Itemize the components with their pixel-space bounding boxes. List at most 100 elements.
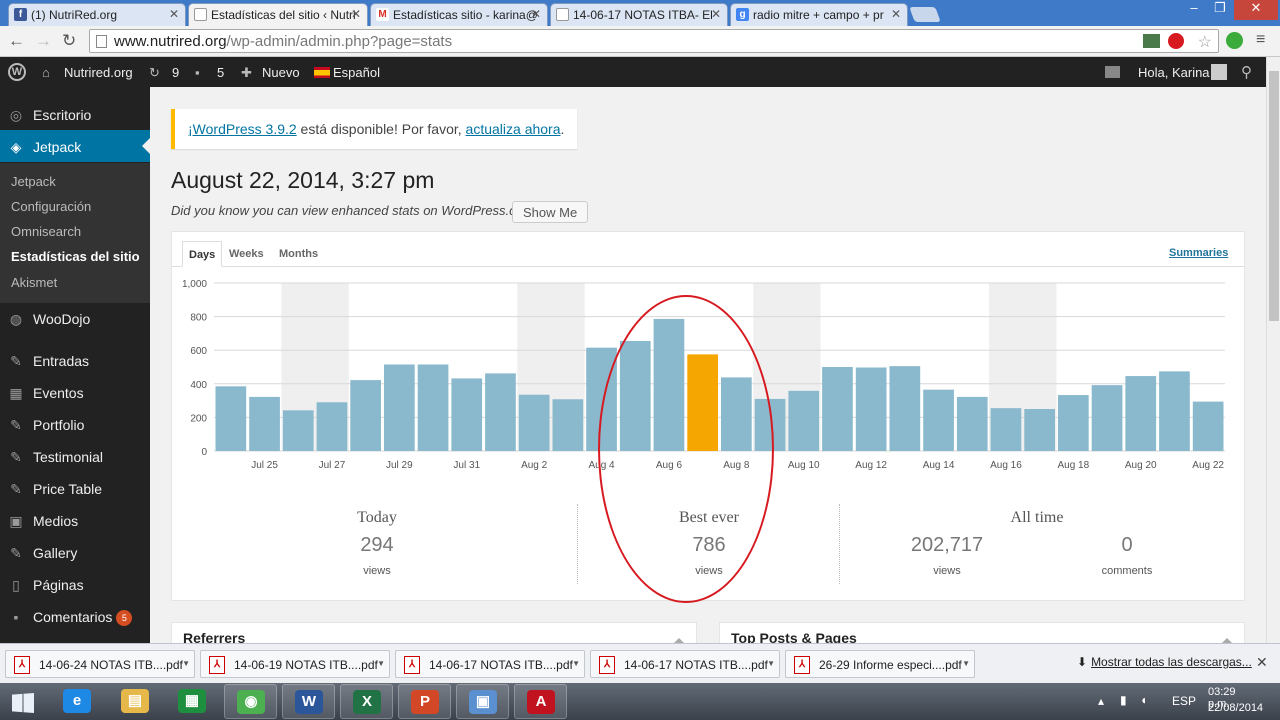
bookmark-star-icon[interactable]: ☆ [1198,32,1212,52]
close-tab-icon[interactable]: ✕ [169,7,179,21]
close-tab-icon[interactable]: ✕ [531,7,541,21]
new-content-link[interactable]: Nuevo [262,65,300,80]
sidebar-item-medios[interactable]: ▣ Medios [0,504,150,536]
browser-tab-gmail[interactable]: M Estadísticas sitio - karina@ ✕ [370,3,548,26]
page-scrollbar[interactable] [1266,57,1280,643]
menu-icon[interactable]: ≡ [1256,31,1265,49]
notifications-icon[interactable] [1105,66,1120,78]
maximize-icon[interactable]: ❐ [1208,0,1232,20]
remote-icon: ▣ [469,690,497,714]
google-icon: g [736,8,749,21]
sidebar-item-price-table[interactable]: ✎ Price Table [0,472,150,504]
extension-icon[interactable] [1143,34,1160,48]
sidebar-item-entradas[interactable]: ✎ Entradas [0,344,150,376]
taskbar-app-button[interactable]: W [282,684,335,719]
taskbar-app-button[interactable]: ▣ [456,684,509,719]
collapse-arrow-icon[interactable] [1222,633,1232,643]
sidebar-item-label: Páginas [33,577,84,593]
download-item[interactable]: ⅄ 14-06-17 NOTAS ITB....pdf ▼ [395,650,585,678]
submenu-omnisearch[interactable]: Omnisearch [11,224,81,239]
scrollbar-thumb[interactable] [1269,71,1279,321]
x-tick-label: Aug 14 [923,460,955,471]
taskbar-app-button[interactable]: P [398,684,451,719]
close-tab-icon[interactable]: ✕ [351,7,361,21]
x-tick-label: Aug 18 [1057,460,1089,471]
tray-expand-icon[interactable]: ▴ [1098,694,1104,708]
chevron-down-icon[interactable]: ▼ [377,659,385,668]
new-tab-button[interactable] [909,7,941,22]
forward-icon[interactable]: → [35,31,52,51]
language-link[interactable]: Español [333,65,380,80]
wordpress-logo-icon[interactable]: W [8,63,26,81]
wordpress-version-link[interactable]: ¡WordPress 3.9.2 [188,121,297,137]
language-indicator[interactable]: ESP [1172,694,1196,708]
chevron-down-icon[interactable]: ▼ [182,659,190,668]
updates-count[interactable]: 9 [172,65,179,80]
download-item[interactable]: ⅄ 14-06-24 NOTAS ITB....pdf ▼ [5,650,195,678]
sidebar-item-woodojo[interactable]: ◍ WooDojo [0,302,150,334]
sidebar-item-paginas[interactable]: ▯ Páginas [0,568,150,600]
avatar[interactable] [1211,64,1227,80]
window-close-icon[interactable]: ✕ [1234,0,1278,20]
volume-icon[interactable]: ◖ [1140,693,1147,707]
download-item[interactable]: ⅄ 14-06-19 NOTAS ITB....pdf ▼ [200,650,390,678]
browser-tab-facebook[interactable]: f (1) NutriRed.org ✕ [8,3,186,26]
clock-date[interactable]: 22/08/2014 [1208,702,1263,714]
back-icon[interactable]: ← [8,31,25,51]
show-all-downloads-link[interactable]: ⬇ Mostrar todas las descargas... [1077,655,1252,669]
media-icon: ▣ [9,513,23,529]
close-shelf-icon[interactable]: ✕ [1256,654,1268,671]
search-icon[interactable]: ⚲ [1241,63,1252,81]
greeting-link[interactable]: Hola, Karina [1138,65,1210,80]
show-all-downloads-label: Mostrar todas las descargas... [1091,655,1252,669]
chevron-down-icon[interactable]: ▼ [962,659,970,668]
chart-bar [451,378,483,451]
sidebar-item-testimonial[interactable]: ✎ Testimonial [0,440,150,472]
submenu-jetpack[interactable]: Jetpack [11,174,56,189]
sidebar-item-jetpack[interactable]: ◈ Jetpack [0,130,150,162]
browser-tab-google[interactable]: g radio mitre + campo + pr ✕ [730,3,908,26]
site-name-link[interactable]: Nutrired.org [64,65,133,80]
chevron-down-icon[interactable]: ▼ [572,659,580,668]
windows-start-button[interactable] [0,684,46,719]
chart-bar [1159,371,1190,451]
sidebar-item-gallery[interactable]: ✎ Gallery [0,536,150,568]
address-bar[interactable]: www.nutrired.org/wp-admin/admin.php?page… [89,29,1219,53]
browser-tab-stats[interactable]: Estadísticas del sitio ‹ Nutri ✕ [188,3,368,26]
taskbar-app-button[interactable]: ◉ [224,684,277,719]
update-now-link[interactable]: actualiza ahora [466,121,561,137]
close-tab-icon[interactable]: ✕ [891,7,901,21]
sidebar-item-label: Testimonial [33,449,104,465]
sidebar-item-comentarios[interactable]: ▪ Comentarios 5 [0,600,150,632]
comments-count[interactable]: 5 [217,65,224,80]
pdf-icon: ⅄ [794,656,810,674]
x-tick-label: Jul 27 [319,460,346,471]
sidebar-item-eventos[interactable]: ▦ Eventos [0,376,150,408]
submenu-estadisticas[interactable]: Estadísticas del sitio [11,249,140,264]
y-tick-label: 1,000 [182,279,207,290]
taskbar-app-button[interactable]: ▤ [109,684,162,719]
taskbar-app-button[interactable]: e [51,684,104,719]
minimize-icon[interactable]: – [1182,0,1206,20]
download-item[interactable]: ⅄ 14-06-17 NOTAS ITB....pdf ▼ [590,650,780,678]
download-file-name: 14-06-24 NOTAS ITB....pdf [39,658,183,672]
reload-icon[interactable]: ↻ [62,31,76,51]
show-me-button[interactable]: Show Me [512,201,589,223]
comment-icon: ▪ [13,609,19,625]
hangouts-icon[interactable] [1226,32,1243,49]
taskbar-app-button[interactable]: A [514,684,567,719]
x-tick-label: Aug 2 [521,460,548,471]
submenu-configuracion[interactable]: Configuración [11,199,91,214]
submenu-akismet[interactable]: Akismet [11,275,57,290]
extension-icon[interactable] [1168,33,1184,49]
taskbar-app-button[interactable]: X [340,684,393,719]
close-tab-icon[interactable]: ✕ [711,7,721,21]
taskbar-app-button[interactable]: ▦ [166,684,219,719]
browser-tab-notas[interactable]: 14-06-17 NOTAS ITBA- El ✕ [550,3,728,26]
sidebar-item-escritorio[interactable]: ◎ Escritorio [0,98,150,130]
chevron-down-icon[interactable]: ▼ [767,659,775,668]
collapse-arrow-icon[interactable] [674,633,684,643]
download-item[interactable]: ⅄ 26-29 Informe especi....pdf ▼ [785,650,975,678]
sidebar-item-portfolio[interactable]: ✎ Portfolio [0,408,150,440]
power-icon[interactable]: ▮ [1120,693,1127,707]
